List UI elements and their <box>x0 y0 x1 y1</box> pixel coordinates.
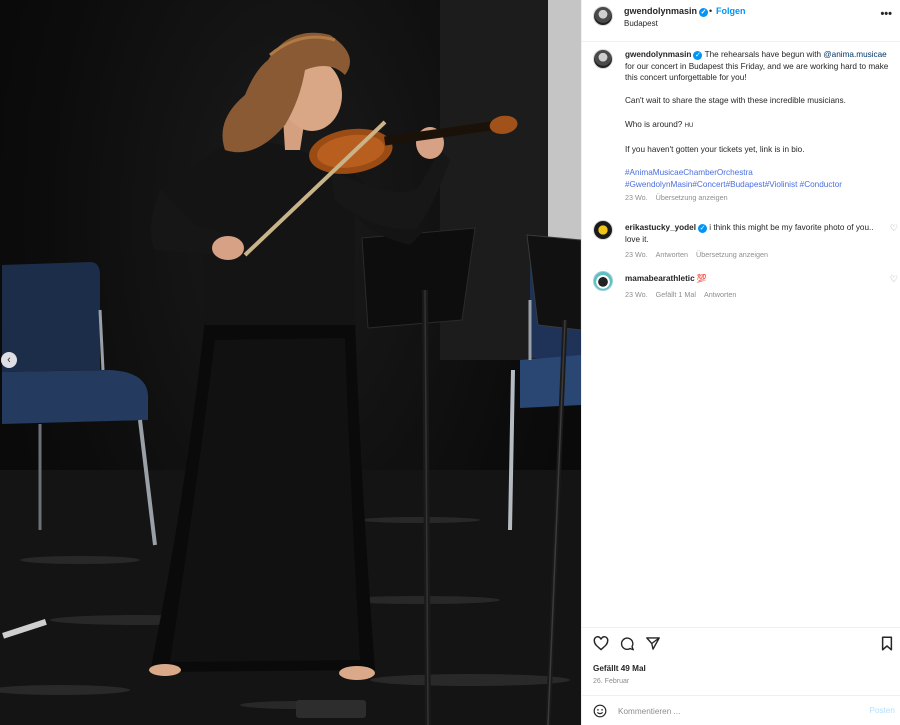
post-location[interactable]: Budapest <box>624 19 658 28</box>
like-comment-heart-icon[interactable]: ♡ <box>890 274 898 285</box>
caption-paragraph-2: Can't wait to share the stage with these… <box>625 96 846 106</box>
comment-input[interactable] <box>618 703 848 719</box>
hashtag-link[interactable]: #Budapest <box>726 180 765 189</box>
mention-link[interactable]: @anima.musicae <box>823 50 886 59</box>
comment-time[interactable]: 23 Wo. <box>625 290 648 299</box>
follow-button[interactable]: Folgen <box>716 6 746 16</box>
commenter-username[interactable]: mamabearathletic <box>625 274 695 283</box>
comment-emoji: 💯 <box>696 274 707 283</box>
comment-bubble-icon[interactable] <box>619 636 635 651</box>
reply-button[interactable]: Antworten <box>656 250 688 259</box>
hashtag-link[interactable]: #Conductor <box>800 180 842 189</box>
post-date[interactable]: 26. Februar <box>593 678 629 685</box>
save-bookmark-icon[interactable] <box>881 636 893 651</box>
hashtag-link[interactable]: #AnimaMusicaeChamberOrchestra <box>625 168 753 177</box>
photo-illustration <box>0 0 581 725</box>
hashtag-link[interactable]: #Concert <box>692 180 725 189</box>
commenter-username[interactable]: erikastucky_yodel <box>625 223 696 232</box>
likes-count[interactable]: Gefällt 49 Mal <box>593 664 646 673</box>
comment-bar: Posten <box>582 695 900 725</box>
author-avatar[interactable] <box>593 6 613 26</box>
comment-likes[interactable]: Gefällt 1 Mal <box>656 290 696 299</box>
caption-paragraph-4: If you haven't gotten your tickets yet, … <box>625 144 805 154</box>
commenter-avatar[interactable] <box>593 220 613 240</box>
caption-username[interactable]: gwendolynmasin <box>625 50 691 59</box>
share-send-icon[interactable] <box>645 636 661 651</box>
more-options-icon[interactable]: ••• <box>880 8 892 20</box>
verified-badge-icon: ✓ <box>699 8 709 17</box>
hashtag-link[interactable]: #GwendolynMasin <box>625 180 692 189</box>
translate-button[interactable]: Übersetzung anzeigen <box>656 193 728 202</box>
hashtag-link[interactable]: #Violinist <box>765 180 798 189</box>
flag-hu-icon: HU <box>684 122 694 129</box>
caption-meta: 23 Wo. Übersetzung anzeigen <box>625 192 893 204</box>
caption-paragraph-1: gwendolynmasin ✓ The rehearsals have begu… <box>625 50 889 83</box>
author-username[interactable]: gwendolynmasin ✓ <box>624 6 709 17</box>
like-comment-heart-icon[interactable]: ♡ <box>890 223 898 234</box>
caption-hashtags: #AnimaMusicaeChamberOrchestra #Gwendolyn… <box>625 167 893 190</box>
caption-time[interactable]: 23 Wo. <box>625 193 648 202</box>
post-header: gwendolynmasin ✓ • Folgen Budapest ••• <box>582 0 900 42</box>
comment-meta: 23 Wo. Antworten Übersetzung anzeigen <box>625 249 880 261</box>
comment-meta: 23 Wo. Gefällt 1 Mal Antworten <box>625 289 880 301</box>
carousel-prev-button[interactable]: ‹ <box>1 352 17 368</box>
commenter-avatar[interactable] <box>593 271 613 291</box>
chevron-left-icon: ‹ <box>7 354 11 366</box>
verified-badge-icon: ✓ <box>698 224 708 233</box>
translate-button[interactable]: Übersetzung anzeigen <box>696 250 768 259</box>
emoji-smiley-icon[interactable] <box>593 704 607 718</box>
comment-time[interactable]: 23 Wo. <box>625 250 648 259</box>
reply-button[interactable]: Antworten <box>704 290 736 299</box>
caption-paragraph-3: Who is around? HU <box>625 119 694 129</box>
verified-badge-icon: ✓ <box>693 51 703 60</box>
post-actions: Gefällt 49 Mal 26. Februar <box>582 627 900 695</box>
post-side-panel: gwendolynmasin ✓ • Folgen Budapest ••• gw… <box>581 0 900 725</box>
post-photo[interactable]: ‹ <box>0 0 581 725</box>
post-comment-button[interactable]: Posten <box>870 706 896 715</box>
like-heart-icon[interactable] <box>593 636 609 651</box>
caption-author-avatar[interactable] <box>593 49 613 69</box>
separator-dot: • <box>709 6 713 16</box>
